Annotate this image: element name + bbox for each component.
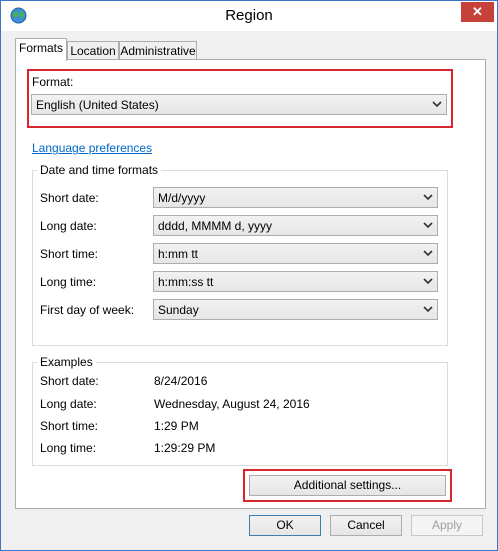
long-date-dropdown[interactable]: dddd, MMMM d, yyyy <box>153 215 438 236</box>
example-long-time-value: 1:29:29 PM <box>154 441 216 455</box>
chevron-down-icon <box>423 194 433 201</box>
chevron-down-icon <box>423 306 433 313</box>
example-short-date-value: 8/24/2016 <box>154 374 208 388</box>
chevron-down-icon <box>423 222 433 229</box>
chevron-down-icon <box>432 101 442 108</box>
tab-formats[interactable]: Formats <box>15 38 67 61</box>
example-long-date-label: Long date: <box>40 397 97 411</box>
example-short-date-label: Short date: <box>40 374 99 388</box>
example-long-date-value: Wednesday, August 24, 2016 <box>154 397 310 411</box>
close-button[interactable]: ✕ <box>461 2 494 22</box>
chevron-down-icon <box>423 278 433 285</box>
long-time-dropdown[interactable]: h:mm:ss tt <box>153 271 438 292</box>
first-day-of-week-value: Sunday <box>158 303 199 317</box>
format-value: English (United States) <box>36 98 159 112</box>
short-date-dropdown[interactable]: M/d/yyyy <box>153 187 438 208</box>
long-date-label: Long date: <box>40 219 97 233</box>
examples-group-title: Examples <box>37 355 96 369</box>
region-dialog: Region ✕ Formats Location Administrative… <box>0 0 498 551</box>
short-time-dropdown[interactable]: h:mm tt <box>153 243 438 264</box>
format-dropdown[interactable]: English (United States) <box>31 94 447 115</box>
example-short-time-label: Short time: <box>40 419 99 433</box>
first-day-of-week-label: First day of week: <box>40 303 135 317</box>
format-label: Format: <box>32 75 74 89</box>
additional-settings-button[interactable]: Additional settings... <box>249 475 446 496</box>
long-time-value: h:mm:ss tt <box>158 275 214 289</box>
short-date-value: M/d/yyyy <box>158 191 206 205</box>
example-long-time-label: Long time: <box>40 441 97 455</box>
cancel-button[interactable]: Cancel <box>330 515 402 536</box>
apply-button[interactable]: Apply <box>411 515 483 536</box>
datetime-group-title: Date and time formats <box>37 163 162 177</box>
short-time-label: Short time: <box>40 247 99 261</box>
example-short-time-value: 1:29 PM <box>154 419 199 433</box>
tab-location[interactable]: Location <box>67 41 119 60</box>
window-title: Region <box>225 7 273 24</box>
language-preferences-link[interactable]: Language preferences <box>32 141 152 155</box>
short-time-value: h:mm tt <box>158 247 199 261</box>
title-bar[interactable]: Region ✕ <box>1 1 497 31</box>
ok-button[interactable]: OK <box>249 515 321 536</box>
tab-administrative[interactable]: Administrative <box>119 41 197 60</box>
first-day-of-week-dropdown[interactable]: Sunday <box>153 299 438 320</box>
long-time-label: Long time: <box>40 275 97 289</box>
long-date-value: dddd, MMMM d, yyyy <box>158 219 273 233</box>
short-date-label: Short date: <box>40 191 99 205</box>
chevron-down-icon <box>423 250 433 257</box>
